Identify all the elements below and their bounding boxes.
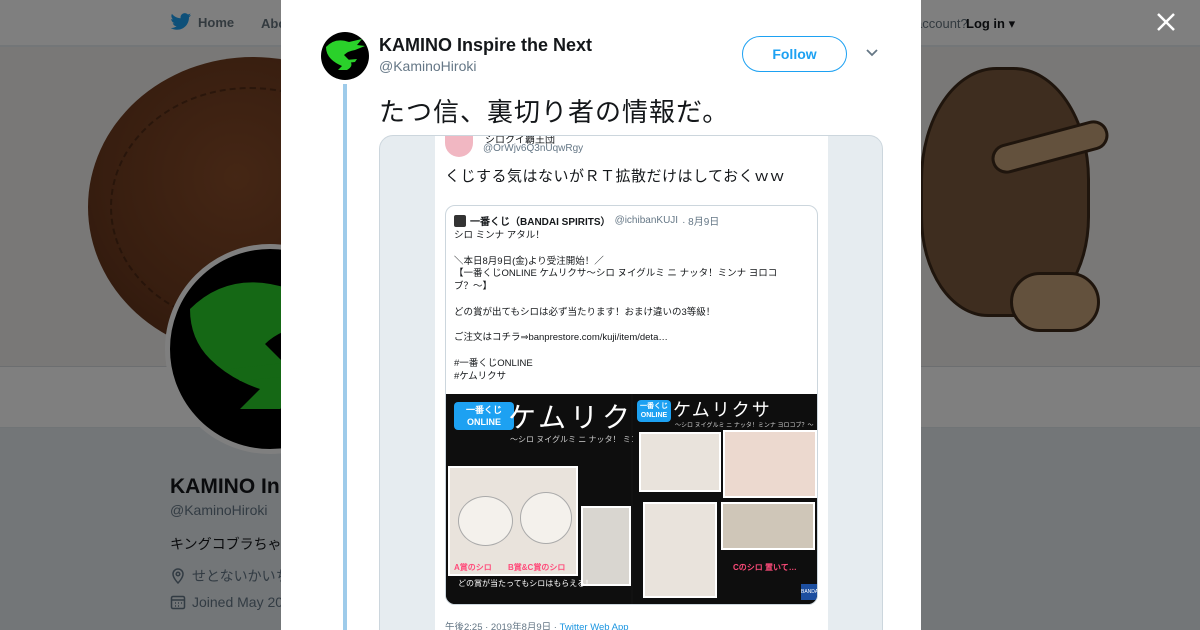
quoted-tweet-body: シロ ミンナ アタル！ ＼本日8月9日(金)より受注開始！／ 【一番くじONLI… [454, 230, 799, 384]
quoted-line: 【一番くじONLINE ケムリクサ〜シロ ヌイグルミ ニ ナッタ！ミンナ ヨロコ [454, 268, 778, 280]
quoted-line: シロ ミンナ アタル！ [454, 230, 545, 241]
shiro-plush-b [520, 492, 572, 544]
promo-photo-e [643, 502, 717, 598]
kemurikusa-title: ケムリク [508, 401, 635, 434]
caption-bc-prize: B賞&C賞のシロ [508, 563, 566, 572]
promo-panel-right: 一番くじ ONLINE ケムリクサ 〜シロ ヌイグルミ ニ ナッタ！ミンナ ヨロ… [633, 394, 817, 604]
promo-panel-left: 一番くじ ONLINE ケムリク 〜シロ ヌイグルミ ニ ナッタ！ ミンナ ヨ … [446, 394, 657, 604]
quoted-line [454, 294, 799, 307]
quoted-line: ご注文はコチラ⇒banprestore.com/kuji/item/deta… [454, 332, 668, 344]
crocodile-logo-icon [326, 39, 365, 70]
tweet-author-handle[interactable]: @KaminoHiroki [379, 58, 476, 74]
tweet-text: たつ信、裏切り者の情報だ。 [379, 97, 730, 127]
ichiban-kuji-badge-small: 一番くじ ONLINE [637, 400, 671, 422]
quoted-line: ＼本日8月9日(金)より受注開始！／ [454, 255, 604, 267]
promo-photo-b [581, 506, 631, 586]
tweet-media[interactable]: シロクイ覇王団 @OrWjv6Q3nUqwRgy くじする気はないがＲＴ拡散だけ… [379, 135, 883, 630]
thread-line [343, 84, 347, 630]
screenshot-author-avatar [445, 136, 473, 157]
caption-right: Cのシロ 置いて… [733, 563, 797, 572]
ichiban-kuji-logo-icon [454, 214, 466, 227]
quoted-date: · 8月9日 [682, 217, 720, 228]
screenshot-author-handle: @OrWjv6Q3nUqwRgy [483, 143, 584, 154]
promo-photo-c [639, 432, 721, 492]
bandai-logo: BANDAI [801, 584, 817, 600]
quoted-line [454, 243, 799, 256]
quoted-tweet: 一番くじ（BANDAI SPIRITS） @ichibanKUJI · 8月9日… [445, 205, 818, 605]
quoted-tweet-header: 一番くじ（BANDAI SPIRITS） @ichibanKUJI · 8月9日 [454, 213, 719, 228]
screenshot-source: Twitter Web App [559, 622, 629, 630]
quoted-author-handle: @ichibanKUJI [614, 215, 679, 226]
promo-image: 一番くじ ONLINE ケムリク 〜シロ ヌイグルミ ニ ナッタ！ ミンナ ヨ … [446, 394, 817, 604]
quoted-line [454, 320, 799, 333]
kemurikusa-title-right: ケムリクサ [673, 400, 772, 421]
screenshot-image: シロクイ覇王団 @OrWjv6Q3nUqwRgy くじする気はないがＲＴ拡散だけ… [435, 136, 828, 630]
promo-photo-d [723, 430, 817, 498]
chevron-down-icon[interactable] [864, 44, 880, 60]
close-icon [1157, 13, 1175, 31]
caption-a-prize: A賞のシロ [454, 563, 492, 572]
ichiban-kuji-badge: 一番くじ ONLINE [454, 402, 514, 430]
screenshot-timestamp: 午後2:25 · 2019年8月9日 · [445, 622, 557, 630]
quoted-line: ブ？〜】 [454, 281, 493, 293]
promo-photo-f [721, 502, 815, 550]
quoted-author-name: 一番くじ（BANDAI SPIRITS） [470, 217, 611, 228]
quoted-line: #一番くじONLINE [454, 357, 533, 369]
shiro-plush-a [458, 496, 513, 546]
quoted-line: どの賞が出てもシロは必ず当たります！おまけ違いの3等級！ [454, 306, 716, 318]
promo-photo-a [448, 466, 578, 576]
promo-subtitle-right: 〜シロ ヌイグルミ ニ ナッタ！ミンナ ヨロコブ？〜 [675, 423, 814, 429]
screenshot-footer: 午後2:25 · 2019年8月9日 · Twitter Web App [445, 619, 629, 630]
tweet-modal: KAMINO Inspire the Next @KaminoHiroki Fo… [281, 0, 921, 630]
tweet-author-name[interactable]: KAMINO Inspire the Next [379, 35, 592, 56]
close-button[interactable] [1152, 10, 1180, 38]
follow-button[interactable]: Follow [742, 36, 847, 72]
screenshot-tweet-text: くじする気はないがＲＴ拡散だけはしておくｗｗ [445, 168, 786, 185]
quoted-line: #ケムリクサ [454, 370, 507, 382]
quoted-line [454, 345, 799, 358]
tweet-author-avatar[interactable] [321, 32, 369, 80]
caption-bottom: どの賞が当たってもシロはもらえる！ [458, 579, 593, 588]
